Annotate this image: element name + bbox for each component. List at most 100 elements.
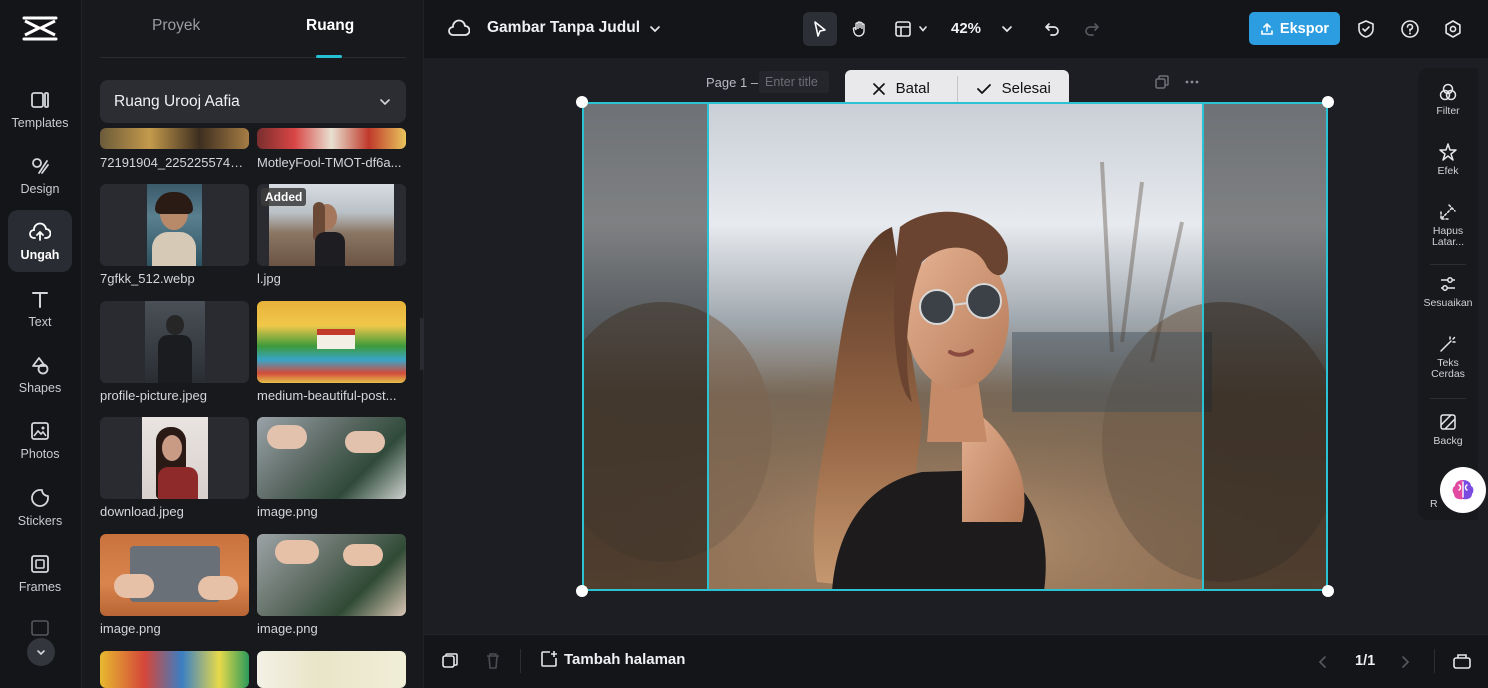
gear-icon [1445,20,1461,38]
more-options-icon[interactable] [1184,74,1200,90]
effects-tool[interactable]: Efek [1418,142,1478,177]
add-page-icon [541,651,557,667]
page-counter: 1/1 [1355,653,1376,669]
ai-assistant-button[interactable] [1440,467,1486,513]
chevron-left-icon[interactable] [1317,655,1329,669]
rail-item-design[interactable]: Design [8,144,72,206]
filter-icon [1439,83,1457,101]
rail-expand-button[interactable] [27,638,55,666]
rail-item-photos[interactable]: Photos [8,409,72,471]
document-title[interactable]: Gambar Tanpa Judul [487,19,640,37]
zoom-dropdown-button[interactable] [998,12,1016,46]
background-tool[interactable]: Backg [1418,412,1478,447]
page-label: Page 1 – [706,75,759,90]
zoom-level[interactable]: 42% [951,20,981,37]
brain-icon [1452,480,1474,500]
shapes-icon [32,356,49,374]
remove-background-tool[interactable]: Hapus Latar... [1418,202,1478,248]
asset-thumb[interactable] [257,651,406,688]
rail-item-label: Stickers [17,513,63,528]
pages-panel-icon[interactable] [1452,652,1472,670]
resize-handle-top-left[interactable] [576,96,588,108]
redo-icon [1085,23,1099,36]
asset-thumb[interactable] [257,128,406,149]
asset-thumb[interactable] [100,128,249,149]
asset-thumb[interactable] [100,651,249,688]
asset-label: image.png [257,621,318,636]
smart-text-label: Teks Cerdas [1431,357,1465,380]
help-button[interactable] [1398,12,1422,46]
chevron-down-icon[interactable] [648,22,662,36]
resize-handle-top-right[interactable] [1322,96,1334,108]
hand-tool-button[interactable] [844,12,876,46]
frames-icon [31,554,49,573]
done-label: Selesai [1001,80,1051,97]
resize-handle-bottom-left[interactable] [576,585,588,597]
space-dropdown[interactable]: Ruang Urooj Aafia [100,80,406,123]
asset-thumb[interactable] [100,184,249,266]
asset-label: image.png [100,621,161,636]
design-icon [32,157,49,174]
page-title-input[interactable] [759,71,829,93]
capcut-logo-icon[interactable] [22,14,58,44]
undo-icon [1045,23,1059,36]
capcut-editor: Templates Design Ungah Text Shapes Photo… [0,0,1488,688]
layout-menu-button[interactable] [888,12,934,46]
rail-item-frames[interactable]: Frames [8,542,72,604]
stickers-icon [31,488,49,507]
rail-item-upload[interactable]: Ungah [8,210,72,272]
chevron-right-icon[interactable] [1399,655,1411,669]
rail-item-templates[interactable]: Templates [8,78,72,140]
add-page-button[interactable]: Tambah halaman [540,650,685,668]
chevron-down-icon [1002,26,1012,33]
check-icon [976,83,991,94]
export-button[interactable]: Ekspor [1249,12,1340,45]
settings-button[interactable] [1441,12,1465,46]
remove-background-label: Hapus Latar... [1431,225,1465,248]
adjust-label: Sesuaikan [1423,297,1473,309]
trash-icon[interactable] [485,652,501,670]
asset-thumb[interactable] [100,534,249,616]
rail-item-text[interactable]: Text [8,277,72,339]
tab-project[interactable]: Proyek [152,17,200,35]
text-icon [32,291,48,308]
tab-space[interactable]: Ruang [306,17,354,35]
asset-thumb[interactable] [100,417,249,499]
asset-thumb[interactable]: Added [257,184,406,266]
adjust-icon [1441,277,1455,291]
active-tab-indicator [316,55,342,58]
asset-thumb[interactable] [257,417,406,499]
left-rail: Templates Design Ungah Text Shapes Photo… [0,0,82,688]
apps-icon[interactable] [31,620,49,636]
rail-item-label: Ungah [20,247,60,262]
asset-label: l.jpg [257,271,281,286]
rail-item-stickers[interactable]: Stickers [8,476,72,538]
assets-panel: Proyek Ruang Ruang Urooj Aafia 72191904_… [82,0,424,688]
shield-button[interactable] [1354,12,1378,46]
layers-icon[interactable] [441,652,459,670]
rail-item-shapes[interactable]: Shapes [8,343,72,405]
filter-tool[interactable]: Filter [1418,82,1478,117]
asset-label: MotleyFool-TMOT-df6a... [257,155,402,170]
asset-thumb[interactable] [100,301,249,383]
filter-label: Filter [1436,105,1460,117]
redo-button[interactable] [1080,12,1104,46]
close-icon [872,82,885,95]
asset-label: 72191904_22522557415... [100,155,249,170]
smart-text-tool[interactable]: Teks Cerdas [1418,334,1478,380]
undo-button[interactable] [1040,12,1064,46]
select-tool-button[interactable] [803,12,837,46]
resize-handle-bottom-right[interactable] [1322,585,1334,597]
effects-icon [1439,143,1457,161]
cloud-save-icon[interactable] [448,18,470,38]
remove-background-icon [1440,204,1456,220]
page-actions [1154,74,1200,90]
hand-icon [852,21,865,37]
asset-thumb[interactable] [257,301,406,383]
duplicate-page-icon[interactable] [1154,74,1170,90]
templates-icon [31,91,49,108]
bottom-bar: Tambah halaman 1/1 [424,634,1488,688]
adjust-tool[interactable]: Sesuaikan [1418,274,1478,309]
canvas-photo[interactable] [582,102,1328,591]
asset-thumb[interactable] [257,534,406,616]
